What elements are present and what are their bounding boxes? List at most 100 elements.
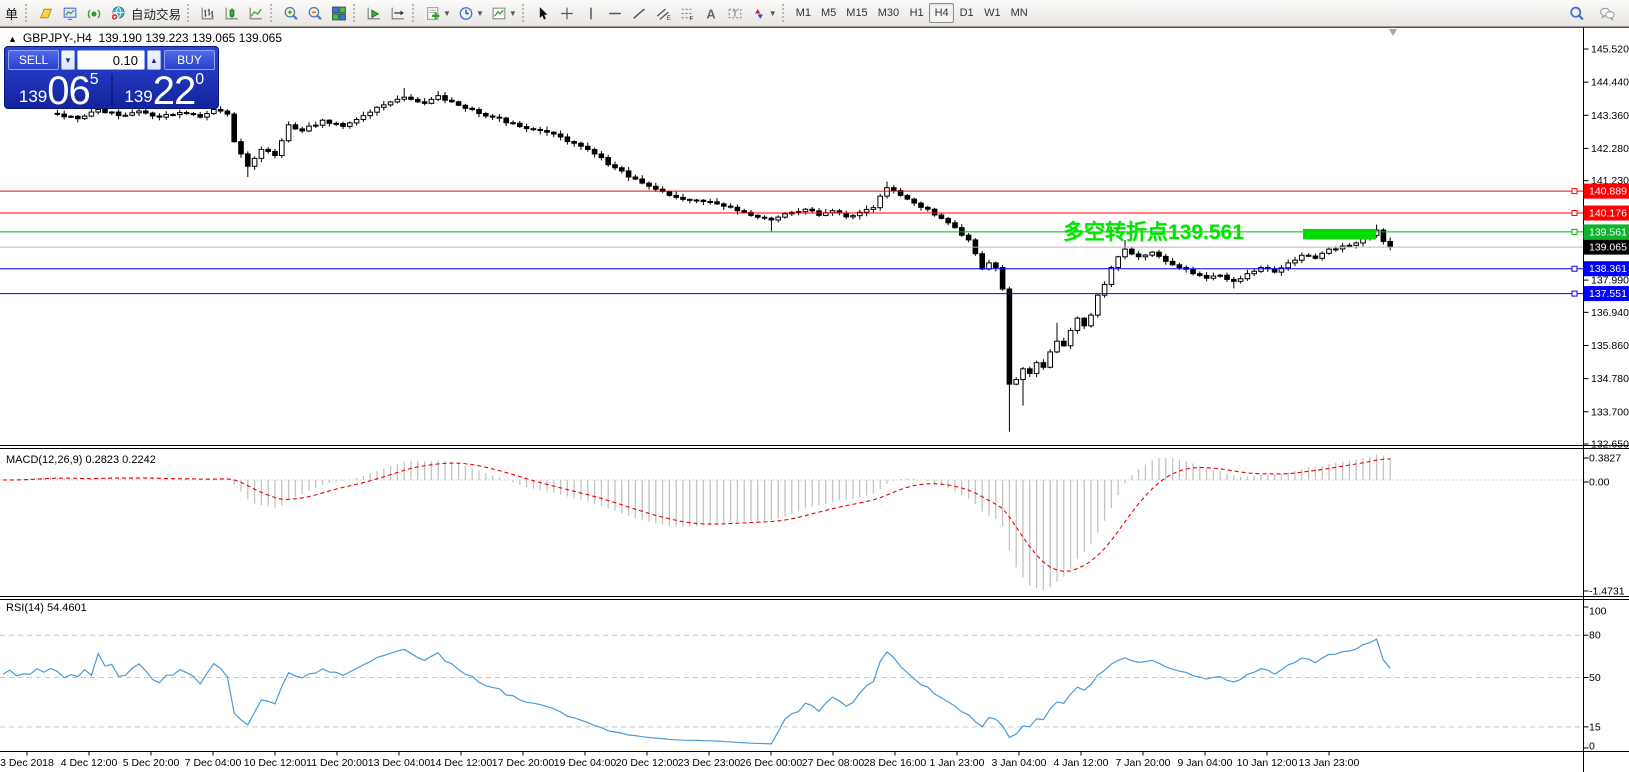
buy-price-prefix: 139 bbox=[124, 88, 152, 108]
panel-toggle-icon[interactable]: ▲ bbox=[8, 34, 17, 44]
search-icon[interactable] bbox=[1565, 2, 1589, 24]
crosshair-icon[interactable] bbox=[555, 2, 579, 24]
toolbar-group-grip bbox=[25, 4, 30, 22]
svg-text:137.990: 137.990 bbox=[1591, 275, 1629, 287]
rsi-line bbox=[3, 639, 1390, 744]
svg-text:26 Dec 00:00: 26 Dec 00:00 bbox=[740, 757, 803, 769]
svg-text:23 Dec 23:00: 23 Dec 23:00 bbox=[678, 757, 741, 769]
svg-text:139.561: 139.561 bbox=[1589, 226, 1627, 238]
svg-text:10 Jan 12:00: 10 Jan 12:00 bbox=[1237, 757, 1298, 769]
templates-icon[interactable] bbox=[487, 2, 511, 24]
volume-increase-button[interactable] bbox=[147, 50, 161, 70]
sell-price-prefix: 139 bbox=[19, 88, 47, 108]
level-line-handle[interactable] bbox=[1572, 211, 1577, 216]
macd-indicator-label: MACD(12,26,9) 0.2823 0.2242 bbox=[6, 454, 156, 466]
sell-button[interactable]: SELL bbox=[8, 50, 59, 70]
svg-text:28 Dec 16:00: 28 Dec 16:00 bbox=[864, 757, 927, 769]
svg-text:134.780: 134.780 bbox=[1591, 373, 1629, 385]
timeframe-button-M1[interactable]: M1 bbox=[791, 3, 816, 23]
buy-price-button[interactable]: 139220 bbox=[114, 72, 216, 108]
chat-icon[interactable] bbox=[1595, 2, 1619, 24]
mt4-terminal: 单 自动交易 ▼ ▼ ▼ E F AT ▼ M1M5M15M30H1H4D1W1MN 145.5… bbox=[0, 0, 1629, 772]
timeframe-button-W1[interactable]: W1 bbox=[979, 3, 1006, 23]
macd-histogram bbox=[3, 455, 1390, 591]
svg-text:A: A bbox=[706, 6, 715, 21]
volume-input[interactable] bbox=[77, 50, 145, 70]
svg-text:4 Jan 12:00: 4 Jan 12:00 bbox=[1054, 757, 1109, 769]
chart-shift-marker[interactable] bbox=[1389, 29, 1397, 36]
chevron-down-icon[interactable]: ▼ bbox=[476, 9, 484, 18]
autotrading-icon[interactable] bbox=[106, 2, 130, 24]
data-window-icon[interactable] bbox=[58, 2, 82, 24]
navigator-icon[interactable] bbox=[82, 2, 106, 24]
buy-button[interactable]: BUY bbox=[164, 50, 215, 70]
price-axis[interactable]: 145.520144.440143.360142.280141.230137.9… bbox=[1584, 44, 1629, 753]
arrows-icon[interactable] bbox=[747, 2, 771, 24]
vertical-line-icon[interactable] bbox=[579, 2, 603, 24]
toolbar-group-grip bbox=[353, 4, 358, 22]
indicators-icon[interactable] bbox=[421, 2, 445, 24]
svg-text:1 Jan 23:00: 1 Jan 23:00 bbox=[930, 757, 985, 769]
svg-text:3 Dec 2018: 3 Dec 2018 bbox=[0, 757, 54, 769]
level-line-handle[interactable] bbox=[1572, 266, 1577, 271]
svg-text:9 Jan 04:00: 9 Jan 04:00 bbox=[1178, 757, 1233, 769]
market-watch-icon[interactable] bbox=[34, 2, 58, 24]
autotrading-label[interactable]: 自动交易 bbox=[131, 4, 181, 23]
candle-chart-icon[interactable] bbox=[220, 2, 244, 24]
timeframe-button-M5[interactable]: M5 bbox=[816, 3, 841, 23]
fibonacci-icon[interactable]: F bbox=[675, 2, 699, 24]
svg-text:100: 100 bbox=[1589, 606, 1607, 618]
svg-text:E: E bbox=[667, 14, 671, 21]
cursor-icon[interactable] bbox=[531, 2, 555, 24]
level-line-handle[interactable] bbox=[1572, 291, 1577, 296]
level-line-handle[interactable] bbox=[1572, 229, 1577, 234]
svg-text:F: F bbox=[689, 15, 693, 22]
zoom-in-icon[interactable] bbox=[279, 2, 303, 24]
svg-text:11 Dec 20:00: 11 Dec 20:00 bbox=[306, 757, 368, 769]
svg-text:10 Dec 12:00: 10 Dec 12:00 bbox=[244, 757, 307, 769]
toolbar-buttons: 自动交易 ▼ ▼ ▼ E F AT ▼ M1M5M15M30H1H4D1W1MN bbox=[23, 2, 1033, 24]
text-icon[interactable]: A bbox=[699, 2, 723, 24]
bar-chart-icon[interactable] bbox=[196, 2, 220, 24]
chart-shift-icon[interactable] bbox=[386, 2, 410, 24]
timeframe-button-M15[interactable]: M15 bbox=[841, 3, 872, 23]
label-icon[interactable]: T bbox=[723, 2, 747, 24]
svg-text:0.00: 0.00 bbox=[1589, 477, 1610, 489]
sell-price-sup: 5 bbox=[90, 72, 99, 88]
equidistant-channel-icon[interactable]: E bbox=[651, 2, 675, 24]
volume-decrease-button[interactable] bbox=[61, 50, 75, 70]
trendline-icon[interactable] bbox=[627, 2, 651, 24]
timeframe-button-M30[interactable]: M30 bbox=[873, 3, 904, 23]
svg-text:15: 15 bbox=[1589, 721, 1601, 733]
chevron-down-icon[interactable]: ▼ bbox=[443, 9, 451, 18]
zoom-out-icon[interactable] bbox=[303, 2, 327, 24]
buy-price-sup: 0 bbox=[195, 72, 204, 88]
svg-text:20 Dec 12:00: 20 Dec 12:00 bbox=[616, 757, 679, 769]
timeframe-button-H4[interactable]: H4 bbox=[929, 3, 954, 23]
chart-canvas[interactable]: 145.520144.440143.360142.280141.230137.9… bbox=[0, 0, 1629, 772]
periods-icon[interactable] bbox=[454, 2, 478, 24]
svg-text:145.520: 145.520 bbox=[1591, 44, 1629, 56]
svg-text:132.650: 132.650 bbox=[1591, 439, 1629, 451]
highlight-zone[interactable] bbox=[1303, 229, 1376, 240]
time-axis[interactable]: 3 Dec 20184 Dec 12:005 Dec 20:007 Dec 04… bbox=[0, 752, 1359, 770]
svg-text:138.361: 138.361 bbox=[1589, 263, 1627, 275]
horizontal-line-icon[interactable] bbox=[603, 2, 627, 24]
buy-price-big: 22 bbox=[153, 75, 196, 108]
line-chart-icon[interactable] bbox=[244, 2, 268, 24]
chevron-down-icon[interactable]: ▼ bbox=[769, 9, 777, 18]
chart-annotation-text[interactable]: 多空转折点139.561 bbox=[1063, 216, 1244, 246]
one-click-trade-panel: SELL BUY 139065 139220 bbox=[4, 46, 219, 109]
chevron-down-icon[interactable]: ▼ bbox=[509, 9, 517, 18]
ohlc-values: 139.190 139.223 139.065 139.065 bbox=[99, 31, 283, 45]
new-order-button[interactable]: 单 bbox=[4, 4, 23, 23]
level-line-handle[interactable] bbox=[1572, 189, 1577, 194]
svg-text:0.3827: 0.3827 bbox=[1589, 453, 1621, 465]
timeframe-button-D1[interactable]: D1 bbox=[954, 3, 979, 23]
timeframe-button-MN[interactable]: MN bbox=[1006, 3, 1033, 23]
tile-windows-icon[interactable] bbox=[327, 2, 351, 24]
svg-text:4 Dec 12:00: 4 Dec 12:00 bbox=[61, 757, 118, 769]
auto-scroll-icon[interactable] bbox=[362, 2, 386, 24]
timeframe-button-H1[interactable]: H1 bbox=[904, 3, 929, 23]
sell-price-button[interactable]: 139065 bbox=[8, 72, 110, 108]
